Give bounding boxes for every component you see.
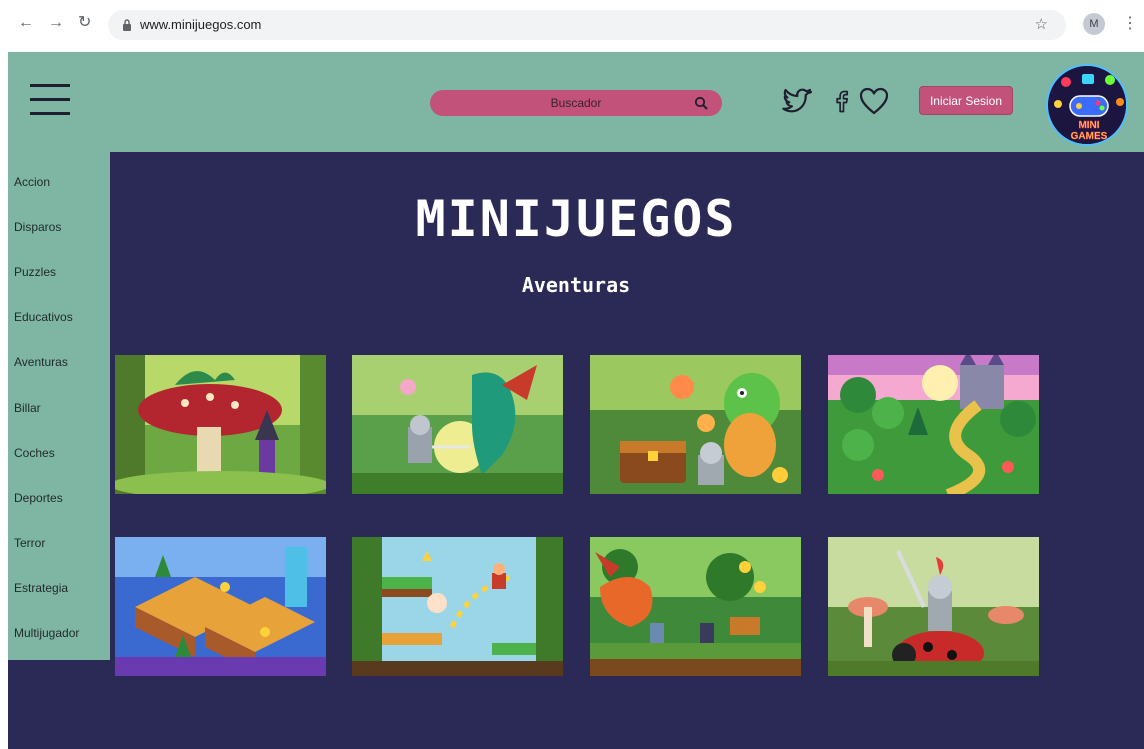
- address-bar[interactable]: www.minijuegos.com ☆: [108, 10, 1066, 40]
- game-card-platformer-coins[interactable]: [352, 537, 563, 676]
- game-card-mushroom-dragon[interactable]: [115, 355, 326, 494]
- game-thumbnail: [115, 355, 326, 494]
- sidebar-item-coches[interactable]: Coches: [14, 446, 55, 460]
- game-thumbnail: [828, 537, 1039, 676]
- sidebar-item-disparos[interactable]: Disparos: [14, 220, 61, 234]
- facebook-icon[interactable]: [830, 85, 854, 117]
- game-card-dragon-battle[interactable]: [590, 537, 801, 676]
- url-text: www.minijuegos.com: [140, 17, 262, 32]
- search-icon[interactable]: [694, 96, 708, 110]
- site-logo[interactable]: MINI GAMES: [1046, 64, 1128, 146]
- game-card-castle-path[interactable]: [828, 355, 1039, 494]
- site-header: Iniciar Sesion MINI GAMES: [8, 52, 1144, 152]
- star-icon[interactable]: ☆: [1035, 15, 1048, 33]
- game-card-isometric-paths[interactable]: [115, 537, 326, 676]
- sidebar-item-puzzles[interactable]: Puzzles: [14, 265, 56, 279]
- sidebar-item-multijugador[interactable]: Multijugador: [14, 626, 79, 640]
- search-bar[interactable]: [430, 90, 722, 116]
- logo-text-games: GAMES: [1071, 131, 1108, 142]
- logo-graphic: MINI GAMES: [1049, 67, 1126, 144]
- game-thumbnail: [828, 355, 1039, 494]
- reload-icon[interactable]: ↻: [78, 13, 91, 33]
- twitter-icon[interactable]: [782, 85, 814, 117]
- sidebar-item-terror[interactable]: Terror: [14, 536, 45, 550]
- browser-chrome: ← → ↻ www.minijuegos.com ☆ M ⋮: [0, 0, 1144, 52]
- game-card-knight-dragon[interactable]: [352, 355, 563, 494]
- game-card-treasure-dragon[interactable]: [590, 355, 801, 494]
- game-thumbnail: [115, 537, 326, 676]
- sidebar-item-aventuras[interactable]: Aventuras: [14, 355, 68, 369]
- sidebar-item-estrategia[interactable]: Estrategia: [14, 581, 68, 595]
- sidebar-item-accion[interactable]: Accion: [14, 175, 50, 189]
- profile-avatar[interactable]: M: [1083, 13, 1105, 35]
- sidebar-item-deportes[interactable]: Deportes: [14, 491, 63, 505]
- game-thumbnail: [352, 537, 563, 676]
- lock-icon: [123, 19, 131, 31]
- game-card-knight-ladybug[interactable]: [828, 537, 1039, 676]
- search-input[interactable]: [430, 90, 722, 116]
- sidebar-item-educativos[interactable]: Educativos: [14, 310, 73, 324]
- page-title: MINIJUEGOS: [415, 190, 737, 248]
- game-thumbnail: [590, 537, 801, 676]
- heart-icon[interactable]: [858, 85, 890, 117]
- game-thumbnail: [352, 355, 563, 494]
- menu-dots-icon[interactable]: ⋮: [1122, 13, 1138, 33]
- login-button[interactable]: Iniciar Sesion: [919, 86, 1013, 115]
- category-sidebar: Accion Disparos Puzzles Educativos Avent…: [8, 152, 110, 660]
- back-arrow-icon[interactable]: ←: [18, 13, 34, 33]
- sidebar-item-billar[interactable]: Billar: [14, 401, 41, 415]
- game-thumbnail: [590, 355, 801, 494]
- category-title: Aventuras: [521, 273, 631, 297]
- hamburger-icon[interactable]: [30, 84, 70, 118]
- forward-arrow-icon[interactable]: →: [48, 13, 64, 33]
- logo-text-mini: MINI: [1078, 120, 1099, 131]
